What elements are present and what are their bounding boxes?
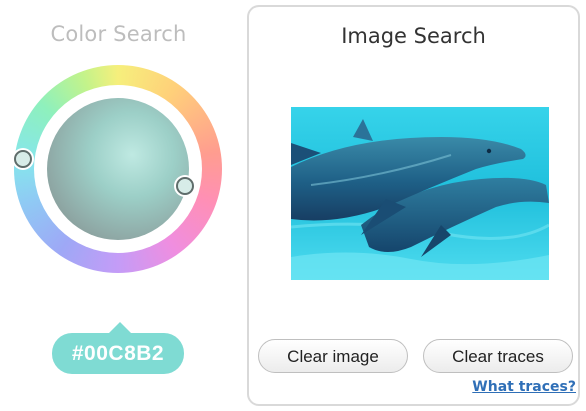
image-search-title: Image Search <box>341 24 486 48</box>
shade-handle[interactable] <box>176 177 194 195</box>
color-search-panel: Color Search #00C8B2 <box>0 0 240 411</box>
what-traces-link[interactable]: What traces? <box>454 379 576 395</box>
uploaded-image-preview[interactable] <box>291 107 549 280</box>
search-widget: Color Search #00C8B2 Image Search Clear … <box>0 0 586 411</box>
hue-handle[interactable] <box>14 150 32 168</box>
image-search-panel: Image Search Clear image Clear traces Wh… <box>247 5 580 406</box>
clear-image-button[interactable]: Clear image <box>258 339 408 373</box>
hex-color-badge: #00C8B2 <box>52 333 184 374</box>
hex-badge-pointer <box>109 322 131 333</box>
dolphins-image <box>291 107 549 280</box>
shade-disc[interactable] <box>47 98 189 240</box>
color-search-title: Color Search <box>50 22 187 46</box>
clear-traces-button[interactable]: Clear traces <box>423 339 573 373</box>
